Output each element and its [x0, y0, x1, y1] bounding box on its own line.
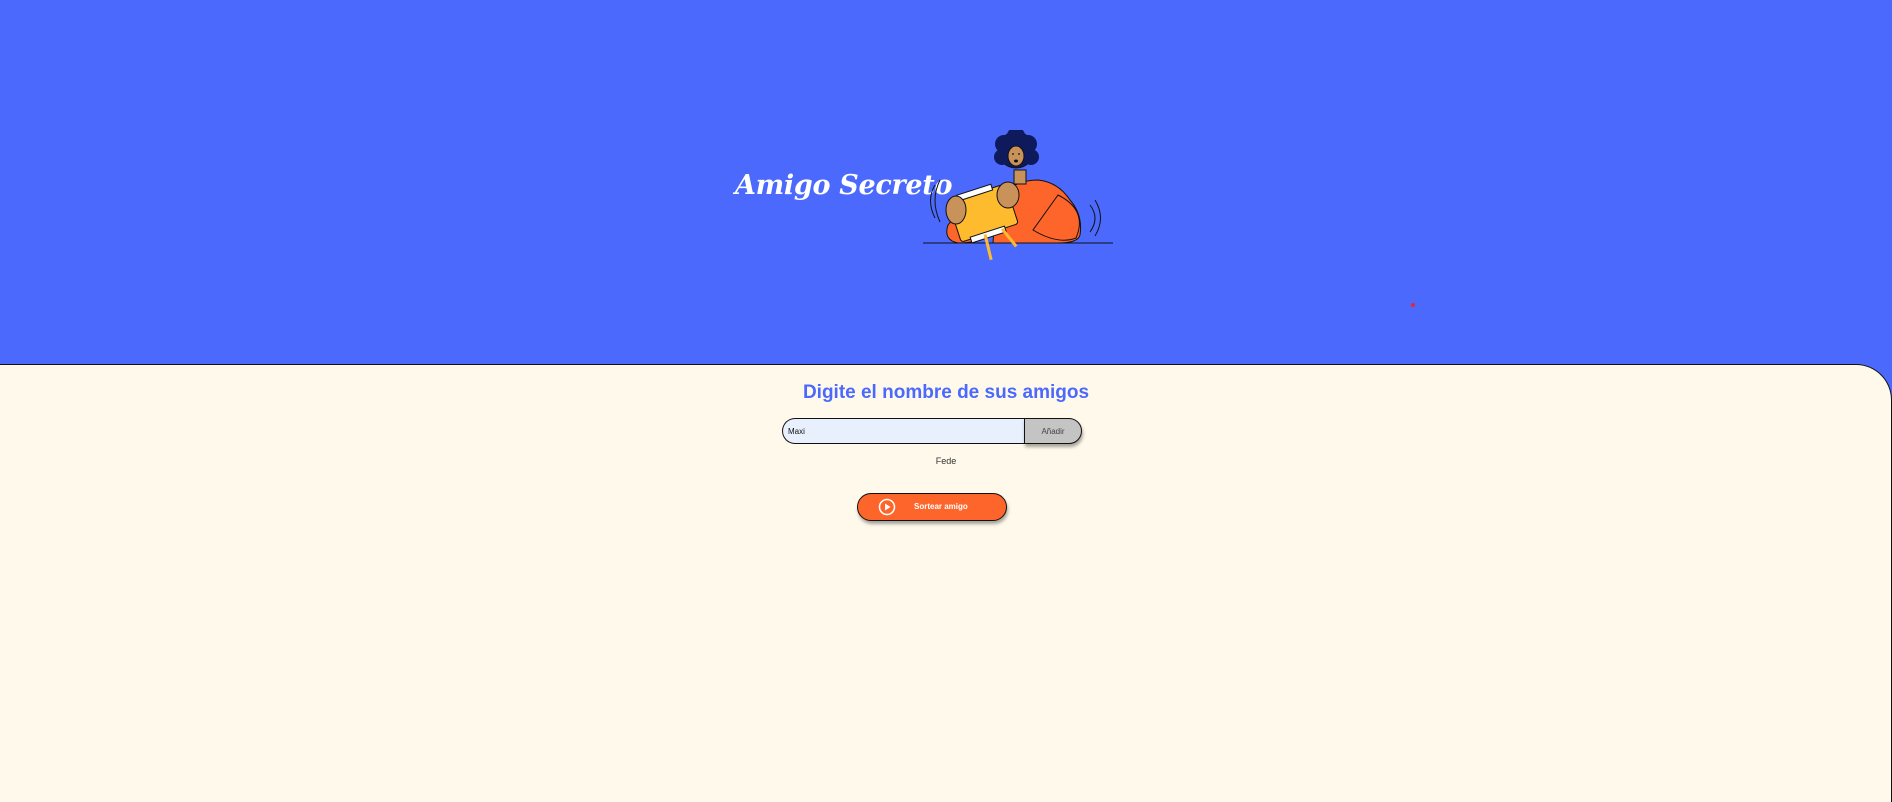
- main-panel: Digite el nombre de sus amigos Añadir Fe…: [0, 364, 1892, 802]
- draw-friend-button[interactable]: Sortear amigo: [857, 493, 1007, 521]
- add-friend-form: Añadir: [782, 418, 1082, 444]
- play-circle-icon: [878, 498, 896, 516]
- draw-button-label: Sortear amigo: [914, 502, 968, 511]
- person-holding-gift-illustration: [923, 130, 1113, 261]
- friends-list: Fede: [0, 455, 1892, 467]
- friend-name-input[interactable]: [782, 418, 1026, 444]
- header-banner: Amigo Secreto: [0, 0, 1892, 366]
- red-dot-marker: [1411, 303, 1415, 307]
- add-button[interactable]: Añadir: [1024, 418, 1082, 444]
- section-subtitle: Digite el nombre de sus amigos: [802, 382, 1090, 403]
- list-item: Fede: [935, 456, 957, 466]
